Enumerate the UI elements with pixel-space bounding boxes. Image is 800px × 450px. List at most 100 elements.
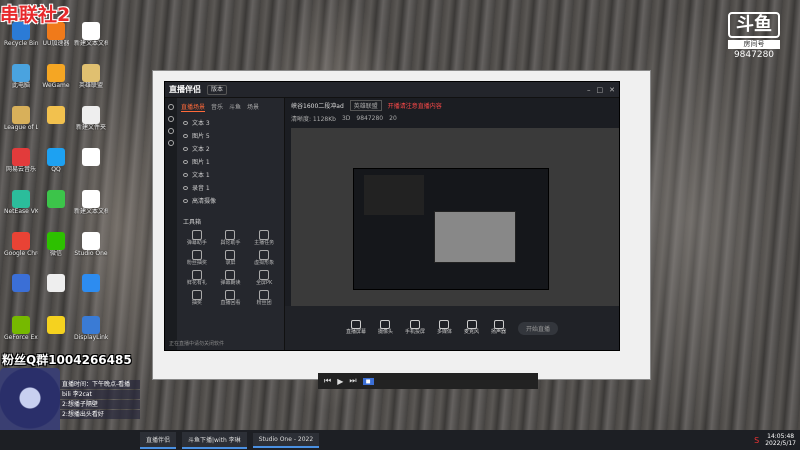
- toolbar-button[interactable]: 多媒体: [437, 320, 452, 336]
- desktop-icon[interactable]: [4, 274, 38, 292]
- live-companion-app[interactable]: 直播伴侣 版本 – □ ✕ 直播场景 音乐 斗鱼 场景 文本 3 图片 5 文本 2 图片 …: [164, 81, 620, 351]
- start-live-button[interactable]: 开始直播: [518, 321, 559, 335]
- play-icon[interactable]: ▶: [337, 377, 343, 386]
- desktop-icon[interactable]: 微信: [39, 232, 73, 257]
- app-icon: [47, 232, 65, 250]
- toolbar-button[interactable]: 手机投屏: [405, 320, 425, 336]
- toolbar-button[interactable]: 扬声器: [491, 320, 506, 336]
- desktop-icon[interactable]: [39, 106, 73, 124]
- maximize-icon[interactable]: □: [597, 86, 604, 94]
- tool-button[interactable]: 虚拟形象: [248, 250, 280, 267]
- desktop-icon[interactable]: [39, 274, 73, 292]
- app-icon: [82, 106, 100, 124]
- tool-label: 弹幕助手: [186, 240, 207, 246]
- source-item[interactable]: 录音 1: [177, 181, 284, 194]
- eye-icon[interactable]: [183, 133, 188, 138]
- rail-home-icon[interactable]: [168, 104, 174, 110]
- desktop-icon[interactable]: League of Legends: [4, 106, 38, 131]
- taskbar-item[interactable]: 直播伴侣: [140, 431, 177, 449]
- desktop-icon[interactable]: NetEase VK: [4, 190, 38, 215]
- tool-button[interactable]: 主播任务: [248, 230, 280, 247]
- tool-button[interactable]: 舆论助手: [215, 230, 247, 247]
- app-icon: [82, 274, 100, 292]
- minimize-icon[interactable]: –: [587, 86, 591, 94]
- media-tab[interactable]: ◼: [362, 377, 374, 385]
- source-item[interactable]: 图片 1: [177, 155, 284, 168]
- eye-icon[interactable]: [183, 198, 188, 203]
- desktop-icon-label: 此电脑: [11, 82, 30, 89]
- toolbar-button[interactable]: 直播屏幕: [346, 320, 366, 336]
- desktop-icon[interactable]: [74, 148, 108, 166]
- taskbar-item[interactable]: Studio One - 2022: [252, 432, 320, 448]
- scene-tab[interactable]: 斗鱼: [229, 102, 241, 112]
- close-icon[interactable]: ✕: [609, 86, 615, 94]
- desktop-icon[interactable]: 新建文件夹: [74, 106, 108, 131]
- scene-tabs: 直播场景 音乐 斗鱼 场景: [177, 98, 284, 116]
- tool-button[interactable]: 粉丝团: [248, 290, 280, 307]
- media-bar[interactable]: ⏮ ▶ ⏭ ◼: [318, 373, 538, 389]
- toolbar-button[interactable]: 麦克风: [464, 320, 479, 336]
- channel-logo: 串联社2: [0, 4, 71, 26]
- source-item[interactable]: 文本 1: [177, 168, 284, 181]
- tool-label: 舆论助手: [220, 240, 241, 246]
- desktop-icon-label: Google Chrome: [4, 250, 38, 257]
- source-item[interactable]: 高清摄像: [177, 194, 284, 207]
- desktop-icon[interactable]: Studio One: [74, 232, 108, 257]
- toolbox-grid: 弹幕助手 舆论助手 主播任务粉丝抽奖 录屏 虚拟形象鲜花有礼 弹幕朗读 全屏PK 抽奖 直播回看…: [177, 228, 284, 309]
- scene-tab[interactable]: 直播场景: [181, 102, 206, 112]
- scene-tab[interactable]: 场景: [247, 102, 259, 112]
- desktop-icon[interactable]: QQ: [39, 148, 73, 173]
- taskbar-item[interactable]: 斗鱼下播|with 李琳: [182, 431, 247, 449]
- toolbar-icon: [380, 320, 391, 329]
- desktop-icon[interactable]: [39, 316, 73, 334]
- douyu-watermark: 斗鱼 房间号 9847280: [728, 12, 780, 61]
- desktop-icons: Recycle Bin UU加速器 新建文本文档 此电脑 WeGame 英雄联盟 Leagu…: [0, 0, 130, 360]
- desktop-icon[interactable]: [74, 274, 108, 292]
- rail-camera-icon[interactable]: [168, 116, 174, 122]
- tool-button[interactable]: 抽奖: [181, 290, 213, 307]
- prev-icon[interactable]: ⏮: [324, 376, 331, 386]
- desktop-icon[interactable]: Google Chrome: [4, 232, 38, 257]
- toolbar-button[interactable]: 摄像头: [378, 320, 393, 336]
- desktop-icon[interactable]: 此电脑: [4, 64, 38, 89]
- desktop-icon[interactable]: 网易云音乐: [4, 148, 38, 173]
- app-icon: [12, 190, 30, 208]
- tool-button[interactable]: 录屏: [215, 250, 247, 267]
- source-item[interactable]: 文本 3: [177, 116, 284, 129]
- tool-button[interactable]: 弹幕朗读: [215, 270, 247, 287]
- tray-icon[interactable]: S: [754, 436, 759, 445]
- tool-icon: [225, 290, 236, 300]
- desktop-icon[interactable]: WeGame: [39, 64, 73, 89]
- desktop-icon[interactable]: 新建文本文档: [74, 190, 108, 215]
- desktop-icon[interactable]: 英雄联盟: [74, 64, 108, 89]
- rail-settings-icon[interactable]: [168, 140, 174, 146]
- next-icon[interactable]: ⏭: [349, 376, 356, 386]
- version-button[interactable]: 版本: [207, 84, 228, 95]
- tool-button[interactable]: 直播回看: [215, 290, 247, 307]
- desktop-icon[interactable]: [39, 190, 73, 208]
- rail-gift-icon[interactable]: [168, 128, 174, 134]
- tool-label: 鲜花有礼: [186, 280, 207, 286]
- tool-label: 弹幕朗读: [220, 280, 241, 286]
- tool-button[interactable]: 弹幕助手: [181, 230, 213, 247]
- tool-button[interactable]: 粉丝抽奖: [181, 250, 213, 267]
- desktop-icon[interactable]: DisplayLink: [74, 316, 108, 341]
- source-item[interactable]: 文本 2: [177, 142, 284, 155]
- chat-message: bili 李2cat: [60, 390, 140, 399]
- desktop-icon[interactable]: 新建文本文档: [74, 22, 108, 47]
- category-tag[interactable]: 英雄联盟: [349, 99, 382, 111]
- source-item[interactable]: 图片 5: [177, 129, 284, 142]
- eye-icon[interactable]: [183, 185, 188, 190]
- room-title[interactable]: 峡谷1600二段冲ad: [291, 101, 344, 110]
- tool-button[interactable]: 鲜花有礼: [181, 270, 213, 287]
- app-window[interactable]: 直播伴侣 版本 – □ ✕ 直播场景 音乐 斗鱼 场景 文本 3 图片 5 文本 2 图片 …: [152, 70, 651, 380]
- eye-icon[interactable]: [183, 120, 188, 125]
- eye-icon[interactable]: [183, 146, 188, 151]
- scene-tab[interactable]: 音乐: [211, 102, 223, 112]
- eye-icon[interactable]: [183, 172, 188, 177]
- stat-item: 9847280: [356, 114, 384, 122]
- eye-icon[interactable]: [183, 159, 188, 164]
- tool-button[interactable]: 全屏PK: [248, 270, 280, 287]
- desktop-icon[interactable]: GeForce Experience: [4, 316, 38, 341]
- clock[interactable]: 14:05:48 2022/5/17: [765, 433, 796, 447]
